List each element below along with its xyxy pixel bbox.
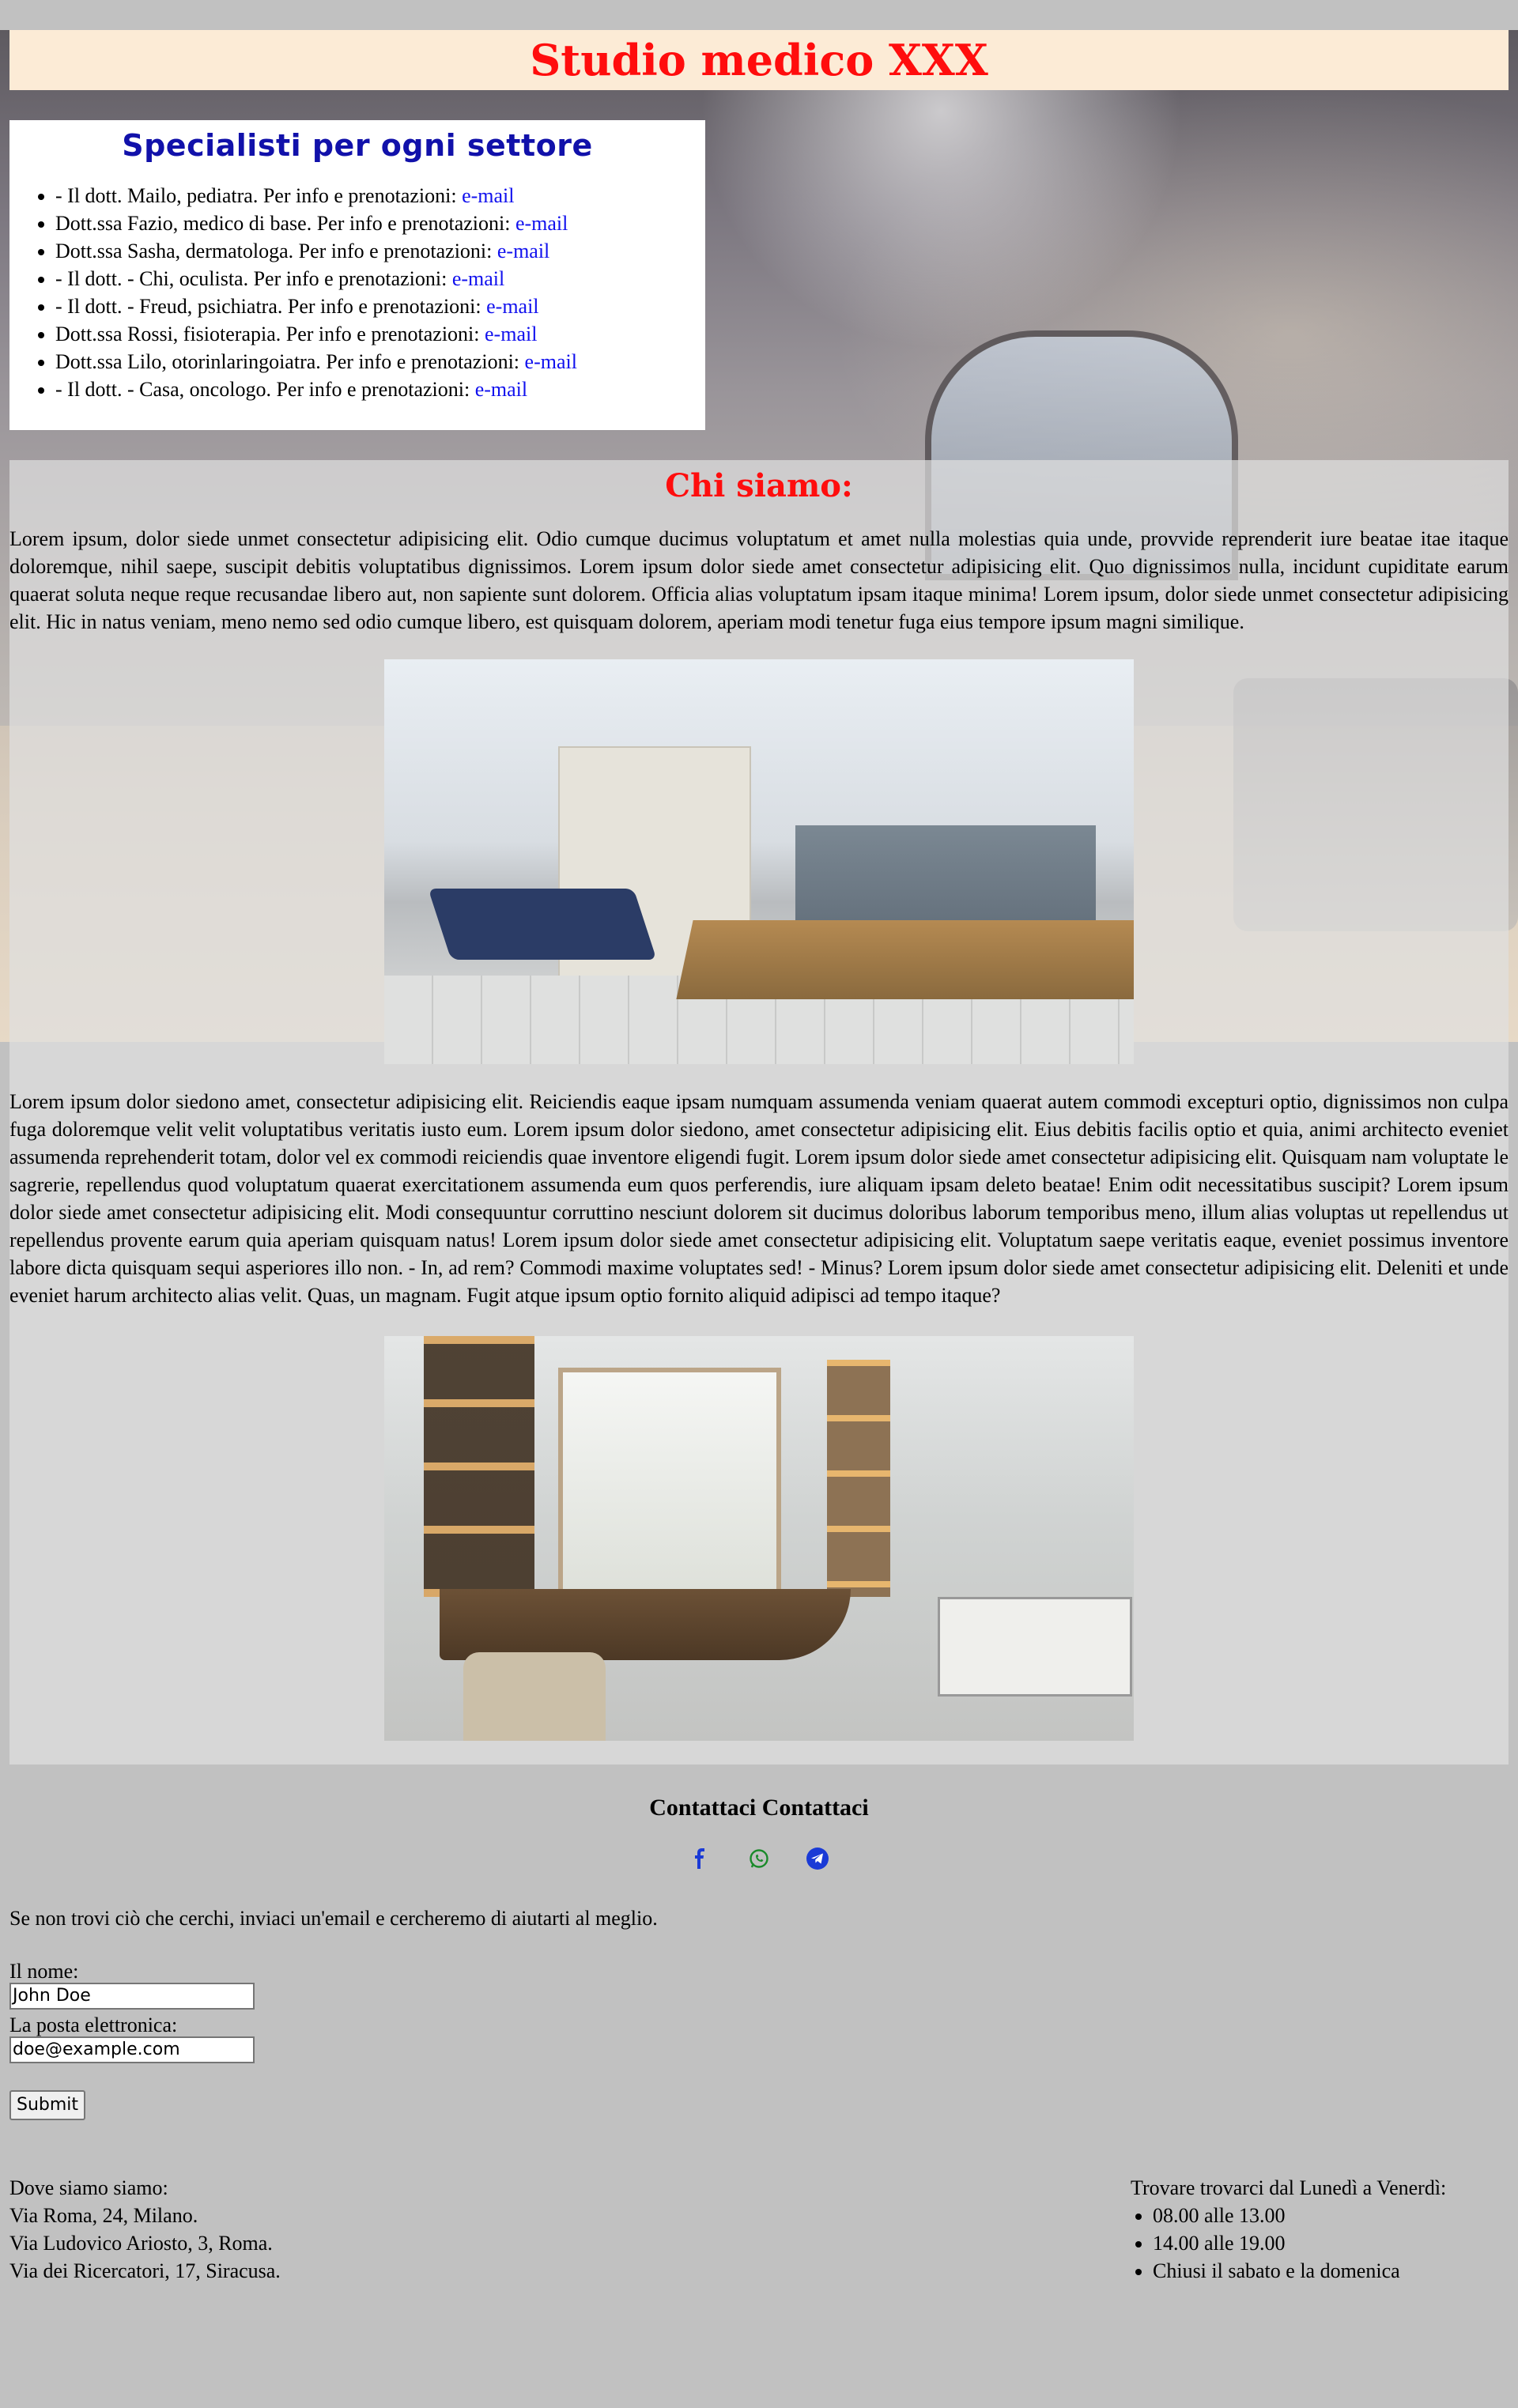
list-item: 08.00 alle 13.00 bbox=[1153, 2202, 1509, 2229]
list-item: Dott.ssa Sasha, dermatologa. Per info e … bbox=[55, 237, 705, 265]
locations-block: Dove siamo siamo: Via Roma, 24, Milano. … bbox=[9, 2174, 281, 2285]
specialists-heading: Specialisti per ogni settore bbox=[122, 128, 593, 163]
specialists-panel: Specialisti per ogni settore - Il dott. … bbox=[9, 120, 705, 430]
about-heading: Chi siamo: bbox=[665, 467, 853, 504]
list-item: - Il dott. Mailo, pediatra. Per info e p… bbox=[55, 182, 705, 209]
name-label: Il nome: bbox=[9, 1960, 79, 1983]
about-paragraph: Lorem ipsum dolor siedono amet, consecte… bbox=[9, 1090, 1509, 1307]
whatsapp-icon[interactable] bbox=[747, 1847, 771, 1870]
locations-heading: Dove siamo siamo: bbox=[9, 2176, 168, 2199]
list-item: Dott.ssa Rossi, fisioterapia. Per info e… bbox=[55, 320, 705, 348]
location-line: Via dei Ricercatori, 17, Siracusa. bbox=[9, 2259, 281, 2282]
about-paragraph: Lorem ipsum, dolor siede unmet consectet… bbox=[9, 527, 1509, 633]
location-line: Via Roma, 24, Milano. bbox=[9, 2204, 198, 2227]
site-title: Studio medico XXX bbox=[9, 30, 1509, 90]
opening-hours-block: Trovare trovarci dal Lunedì a Venerdì: 0… bbox=[1131, 2174, 1509, 2285]
contact-intro: Se non trovi ciò che cerchi, inviaci un'… bbox=[9, 1907, 658, 1930]
clinic-office-photo bbox=[384, 659, 1134, 1064]
consultation-room-photo bbox=[384, 1336, 1134, 1741]
social-links bbox=[9, 1847, 1509, 1875]
email-link[interactable]: e-mail bbox=[486, 295, 538, 318]
submit-button[interactable]: Submit bbox=[9, 2090, 86, 2120]
list-item: Chiusi il sabato e la domenica bbox=[1153, 2257, 1509, 2285]
email-link[interactable]: e-mail bbox=[462, 184, 514, 207]
list-item: Dott.ssa Fazio, medico di base. Per info… bbox=[55, 209, 705, 237]
email-link[interactable]: e-mail bbox=[525, 350, 577, 373]
list-item: 14.00 alle 19.00 bbox=[1153, 2229, 1509, 2257]
email-link[interactable]: e-mail bbox=[452, 267, 504, 290]
about-section: Chi siamo: Lorem ipsum, dolor siede unme… bbox=[9, 460, 1509, 1764]
email-link[interactable]: e-mail bbox=[515, 212, 568, 235]
telegram-icon[interactable] bbox=[806, 1847, 829, 1870]
contact-form: Il nome: John Doe La posta elettronica: … bbox=[9, 1961, 1509, 2120]
list-item: Dott.ssa Lilo, otorinlaringoiatra. Per i… bbox=[55, 348, 705, 376]
contact-heading: Contattaci Contattaci bbox=[649, 1795, 869, 1821]
facebook-icon[interactable] bbox=[689, 1847, 712, 1870]
hours-list: 08.00 alle 13.00 14.00 alle 19.00 Chiusi… bbox=[1131, 2202, 1509, 2285]
email-label: La posta elettronica: bbox=[9, 2014, 178, 2036]
email-link[interactable]: e-mail bbox=[485, 323, 537, 345]
specialists-list: - Il dott. Mailo, pediatra. Per info e p… bbox=[9, 182, 705, 403]
email-link[interactable]: e-mail bbox=[497, 240, 549, 262]
list-item: - Il dott. - Chi, oculista. Per info e p… bbox=[55, 265, 705, 293]
location-line: Via Ludovico Ariosto, 3, Roma. bbox=[9, 2232, 273, 2255]
list-item: - Il dott. - Casa, oncologo. Per info e … bbox=[55, 376, 705, 403]
name-input[interactable]: John Doe bbox=[9, 1983, 255, 2010]
hours-heading: Trovare trovarci dal Lunedì a Venerdì: bbox=[1131, 2176, 1447, 2199]
footer: Dove siamo siamo: Via Roma, 24, Milano. … bbox=[9, 2174, 1509, 2285]
email-link[interactable]: e-mail bbox=[475, 378, 527, 401]
list-item: - Il dott. - Freud, psichiatra. Per info… bbox=[55, 293, 705, 320]
email-input[interactable]: doe@example.com bbox=[9, 2036, 255, 2063]
